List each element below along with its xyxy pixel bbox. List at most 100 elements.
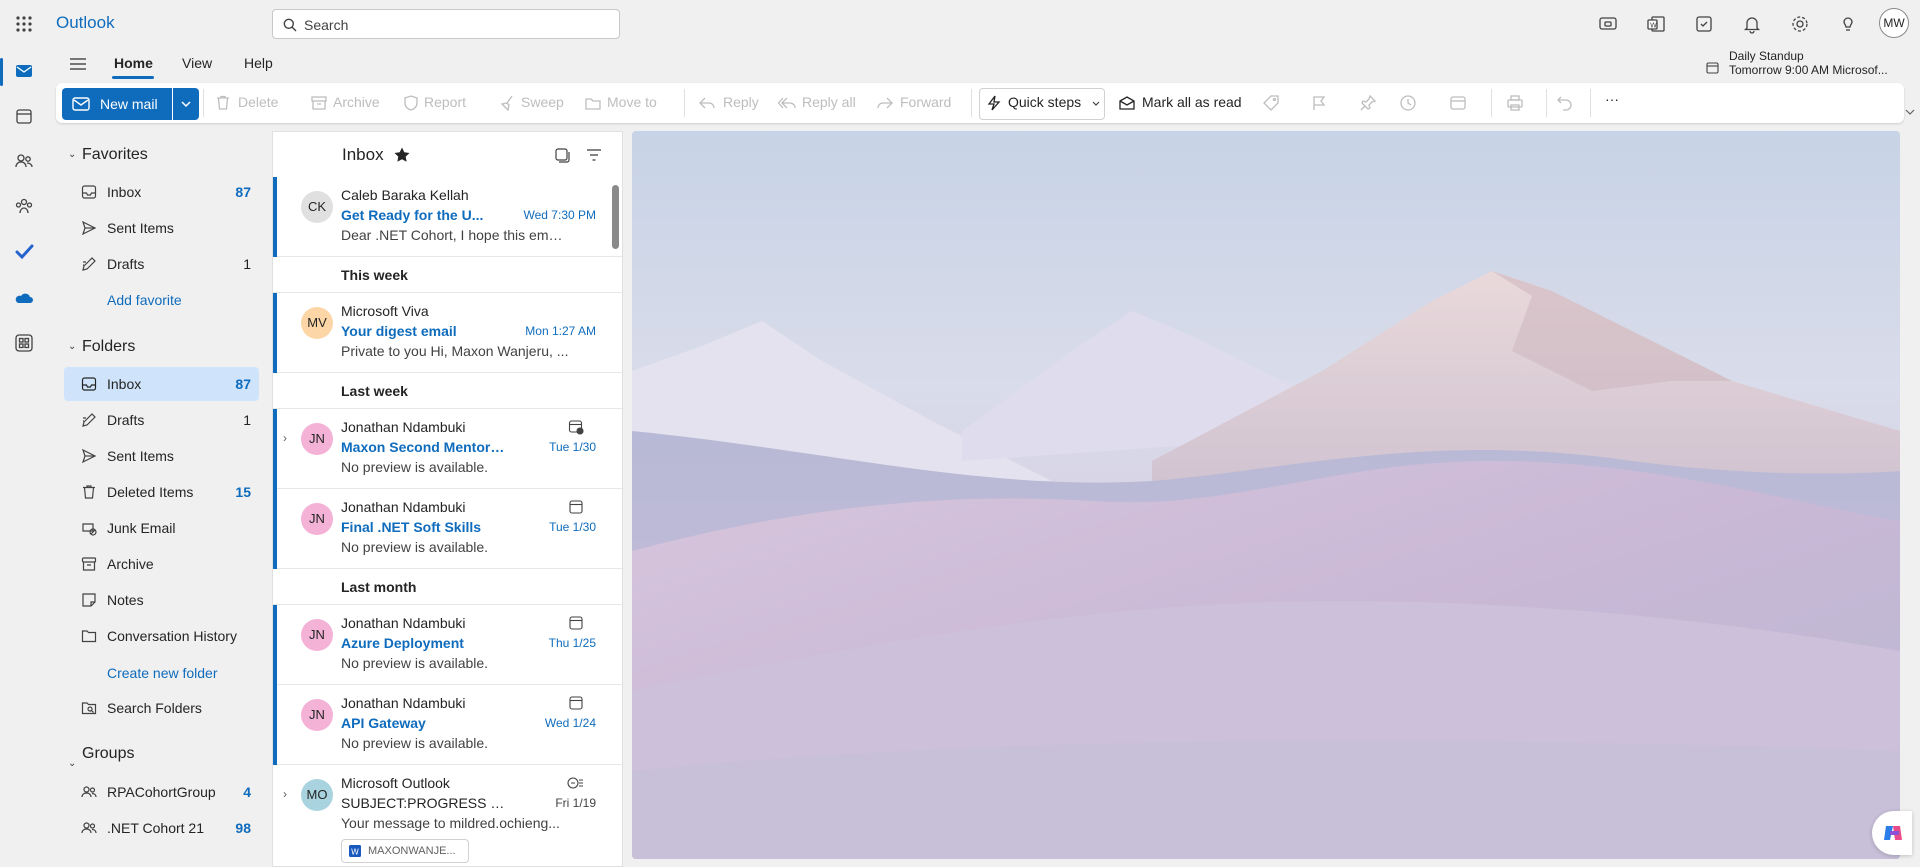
ribbon-separator xyxy=(1491,89,1492,117)
add-favorite-link[interactable]: Add favorite xyxy=(107,292,182,308)
print-icon[interactable] xyxy=(1506,94,1526,114)
favorites-chevron-icon[interactable]: ⌄ xyxy=(68,149,76,160)
calendar-icon[interactable] xyxy=(14,106,34,126)
new-mail-icon xyxy=(72,96,90,112)
favorites-header[interactable]: Favorites xyxy=(82,146,148,164)
sender-avatar: JN xyxy=(301,619,333,651)
folder-item-junk[interactable]: Junk Email xyxy=(64,511,259,545)
delete-button[interactable]: Delete xyxy=(238,94,278,110)
message-item[interactable]: › MO Microsoft Outlook SUBJECT:PROGRESS … xyxy=(273,765,622,866)
svg-text:W: W xyxy=(351,848,359,857)
onedrive-icon[interactable] xyxy=(14,288,34,308)
report-button[interactable]: Report xyxy=(424,94,466,110)
people-icon[interactable] xyxy=(14,151,34,171)
archive-icon xyxy=(310,94,330,114)
snooze-clock-icon[interactable] xyxy=(1399,94,1419,114)
folder-label: Search Folders xyxy=(107,700,202,716)
more-apps-icon[interactable] xyxy=(14,333,34,353)
new-mail-button[interactable]: New mail xyxy=(62,88,172,120)
attachment-chip[interactable]: W MAXONWANJE... xyxy=(341,839,469,863)
tips-lightbulb-icon[interactable] xyxy=(1838,14,1858,34)
folder-item-deleted[interactable]: Deleted Items 15 xyxy=(64,475,259,509)
tag-icon[interactable] xyxy=(1262,94,1282,114)
drafts-pencil-icon xyxy=(81,256,97,272)
groups-chevron-icon[interactable]: ⌄ xyxy=(68,758,76,769)
junk-email-icon xyxy=(81,520,97,536)
item-count: 1 xyxy=(243,256,251,272)
reply-all-icon xyxy=(778,94,798,114)
reply-all-button[interactable]: Reply all xyxy=(802,94,856,110)
favorite-item-drafts[interactable]: Drafts 1 xyxy=(64,247,259,281)
flag-icon[interactable] xyxy=(1310,94,1330,114)
folder-item-archive[interactable]: Archive xyxy=(64,547,259,581)
folder-label: Notes xyxy=(107,592,144,608)
search-input[interactable]: Search xyxy=(304,17,348,33)
mail-icon[interactable] xyxy=(14,61,34,81)
forward-button[interactable]: Forward xyxy=(900,94,951,110)
group-item-net-cohort-21[interactable]: .NET Cohort 21 98 xyxy=(64,811,259,845)
unread-indicator xyxy=(273,685,277,765)
more-options-button[interactable]: ··· xyxy=(1605,91,1619,107)
folder-item-search-folders[interactable]: Search Folders xyxy=(64,691,259,725)
tab-help[interactable]: Help xyxy=(244,55,273,71)
folder-item-sent[interactable]: Sent Items xyxy=(64,439,259,473)
meet-now-icon[interactable] xyxy=(1598,14,1618,34)
reply-button[interactable]: Reply xyxy=(723,94,759,110)
tab-home[interactable]: Home xyxy=(114,55,153,71)
create-new-folder-link[interactable]: Create new folder xyxy=(107,665,218,681)
favorite-item-sent[interactable]: Sent Items xyxy=(64,211,259,245)
message-item[interactable]: JN Jonathan Ndambuki Final .NET Soft Ski… xyxy=(273,489,622,569)
upcoming-event[interactable]: Daily Standup Tomorrow 9:00 AM Microsof.… xyxy=(1729,49,1888,77)
notifications-icon[interactable] xyxy=(1742,14,1762,34)
rules-icon[interactable] xyxy=(1449,94,1469,114)
favorite-item-inbox[interactable]: Inbox 87 xyxy=(64,175,259,209)
folder-item-conversation-history[interactable]: Conversation History xyxy=(64,619,259,653)
expand-conversation-icon[interactable]: › xyxy=(283,431,287,445)
message-list-scrollbar[interactable] xyxy=(612,185,619,249)
my-day-icon[interactable] xyxy=(1694,14,1714,34)
filter-icon[interactable] xyxy=(585,146,603,164)
pin-icon[interactable] xyxy=(1359,94,1379,114)
copilot-button[interactable] xyxy=(1872,811,1912,855)
todo-icon[interactable] xyxy=(14,242,34,262)
folders-chevron-icon[interactable]: ⌄ xyxy=(68,341,76,352)
sweep-button[interactable]: Sweep xyxy=(521,94,564,110)
folder-item-inbox[interactable]: Inbox 87 xyxy=(64,367,259,401)
quick-steps-chevron-icon[interactable] xyxy=(1090,94,1110,114)
attachment-name: MAXONWANJE... xyxy=(368,845,456,857)
folder-item-drafts[interactable]: Drafts 1 xyxy=(64,403,259,437)
app-launcher-icon[interactable] xyxy=(14,14,34,34)
groups-header[interactable]: Groups xyxy=(82,745,134,763)
ribbon-separator xyxy=(203,89,204,117)
favorite-star-icon[interactable] xyxy=(393,146,411,164)
undo-icon[interactable] xyxy=(1556,94,1576,114)
groups-icon[interactable] xyxy=(14,196,34,216)
toggle-folder-pane-icon[interactable] xyxy=(68,56,88,72)
ribbon-expand-chevron-icon[interactable] xyxy=(1904,106,1916,118)
office-icon[interactable]: W xyxy=(1646,14,1666,34)
message-item[interactable]: JN Jonathan Ndambuki Azure Deployment Th… xyxy=(273,605,622,685)
message-item[interactable]: MV Microsoft Viva Your digest email Mon … xyxy=(273,293,622,373)
settings-icon[interactable] xyxy=(1790,14,1810,34)
message-subject: SUBJECT:PROGRESS ON ... xyxy=(341,795,506,811)
message-item[interactable]: › JN Jonathan Ndambuki Maxon Second Ment… xyxy=(273,409,622,489)
tab-view[interactable]: View xyxy=(182,55,212,71)
archive-button[interactable]: Archive xyxy=(333,94,380,110)
group-item-rpacohortgroup[interactable]: RPACohortGroup 4 xyxy=(64,775,259,809)
message-item[interactable]: JN Jonathan Ndambuki API Gateway Wed 1/2… xyxy=(273,685,622,765)
folder-label: Drafts xyxy=(107,256,145,272)
new-mail-dropdown[interactable] xyxy=(173,88,199,120)
search-box[interactable]: Search xyxy=(272,9,620,39)
folder-item-notes[interactable]: Notes xyxy=(64,583,259,617)
move-to-button[interactable]: Move to xyxy=(607,94,657,110)
account-avatar[interactable]: MW xyxy=(1879,8,1909,38)
message-item[interactable]: CK Caleb Baraka Kellah Get Ready for the… xyxy=(273,177,622,257)
select-mode-icon[interactable] xyxy=(553,146,571,164)
app-title[interactable]: Outlook xyxy=(56,13,115,33)
expand-conversation-icon[interactable]: › xyxy=(283,787,287,801)
sender-name: Jonathan Ndambuki xyxy=(341,419,466,435)
folders-header[interactable]: Folders xyxy=(82,338,135,356)
mark-all-read-button[interactable]: Mark all as read xyxy=(1142,94,1242,110)
meeting-calendar-icon xyxy=(568,615,584,631)
unread-indicator xyxy=(273,409,277,489)
